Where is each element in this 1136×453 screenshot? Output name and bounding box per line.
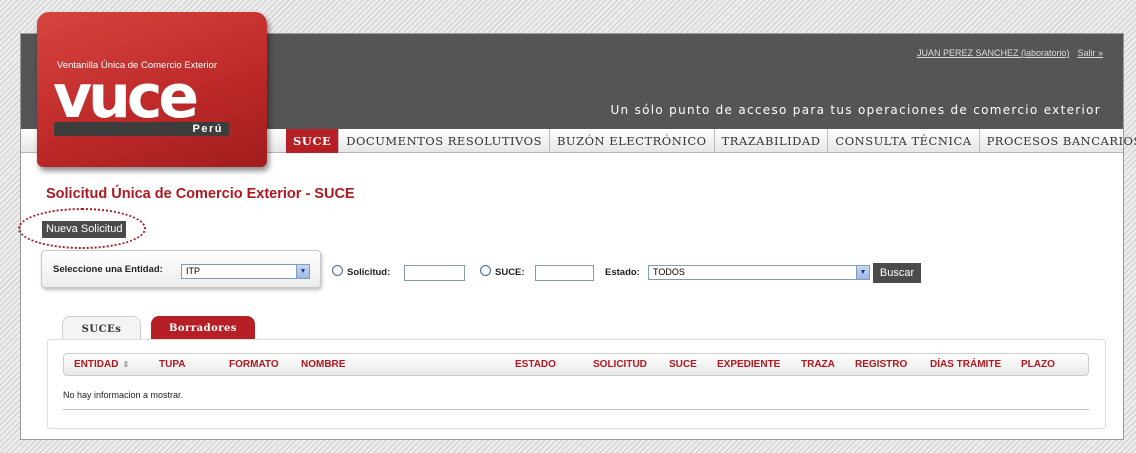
chevron-down-icon: ▼ — [296, 265, 309, 278]
column-header-suce[interactable]: SUCE — [669, 354, 697, 375]
logout-link[interactable]: Salir » — [1077, 48, 1103, 58]
estado-select[interactable]: TODOS ▼ — [648, 265, 870, 280]
solicitud-radio[interactable] — [332, 265, 343, 276]
suce-radio[interactable] — [480, 265, 491, 276]
user-profile-link[interactable]: JUAN PEREZ SANCHEZ (laboratorio) — [917, 48, 1070, 58]
results-table: ENTIDAD ⇕ TUPA FORMATO NOMBRE ESTADO SOLI… — [47, 339, 1106, 429]
column-header-solicitud[interactable]: SOLICITUD — [593, 354, 647, 375]
user-links: JUAN PEREZ SANCHEZ (laboratorio) Salir » — [917, 48, 1103, 58]
entity-filter-box: Seleccione una Entidad: ITP ▼ — [41, 250, 321, 288]
nav-item-trazabilidad[interactable]: TRAZABILIDAD — [713, 129, 828, 153]
new-request-button[interactable]: Nueva Solicitud — [42, 221, 127, 238]
logo-country: Perú — [192, 123, 223, 135]
table-divider — [63, 409, 1089, 410]
nav-item-procesos-bancarios[interactable]: PROCESOS BANCARIOS — [978, 129, 1136, 153]
sort-icon: ⇕ — [122, 360, 130, 369]
column-header-formato[interactable]: FORMATO — [229, 354, 279, 375]
suce-label: SUCE: — [495, 267, 525, 278]
search-button[interactable]: Buscar — [873, 263, 921, 283]
column-header-entidad[interactable]: ENTIDAD ⇕ — [74, 354, 129, 375]
entity-label: Seleccione una Entidad: — [53, 264, 163, 275]
table-header: ENTIDAD ⇕ TUPA FORMATO NOMBRE ESTADO SOLI… — [63, 353, 1089, 376]
column-header-nombre[interactable]: NOMBRE — [301, 354, 345, 375]
nav-item-suce[interactable]: SUCE — [286, 129, 339, 153]
entity-select[interactable]: ITP ▼ — [181, 264, 310, 279]
entity-select-value: ITP — [186, 266, 201, 276]
estado-select-value: TODOS — [653, 267, 685, 277]
logo-wordmark: vuce — [53, 62, 199, 132]
solicitud-input[interactable] — [404, 265, 465, 281]
column-header-registro[interactable]: REGISTRO — [855, 354, 907, 375]
chevron-down-icon: ▼ — [856, 266, 869, 279]
logo-country-bar: Perú — [54, 122, 229, 136]
vuce-logo[interactable]: Ventanilla Única de Comercio Exterior vu… — [37, 12, 267, 167]
nav-item-buzon-electronico[interactable]: BUZÓN ELECTRÓNICO — [548, 129, 714, 153]
nav-item-consulta-tecnica[interactable]: CONSULTA TÉCNICA — [827, 129, 978, 153]
tagline: Un sólo punto de acceso para tus operaci… — [610, 103, 1101, 117]
tab-suces[interactable]: SUCEs — [62, 316, 141, 340]
tab-borradores[interactable]: Borradores — [151, 316, 255, 340]
suce-input[interactable] — [535, 265, 594, 281]
column-header-dias-tramite[interactable]: DÍAS TRÁMITE — [930, 354, 1001, 375]
column-header-tupa[interactable]: TUPA — [159, 354, 185, 375]
column-header-expediente[interactable]: EXPEDIENTE — [717, 354, 780, 375]
empty-table-message: No hay informacion a mostrar. — [63, 390, 184, 400]
column-header-plazo[interactable]: PLAZO — [1021, 354, 1055, 375]
column-label: ENTIDAD — [74, 359, 119, 370]
nav-item-documentos-resolutivos[interactable]: DOCUMENTOS RESOLUTIVOS — [338, 129, 549, 153]
solicitud-label: Solicitud: — [347, 267, 391, 278]
estado-label: Estado: — [605, 267, 640, 278]
page-title: Solicitud Única de Comercio Exterior - S… — [46, 186, 355, 202]
column-header-traza[interactable]: TRAZA — [801, 354, 835, 375]
column-header-estado[interactable]: ESTADO — [515, 354, 556, 375]
